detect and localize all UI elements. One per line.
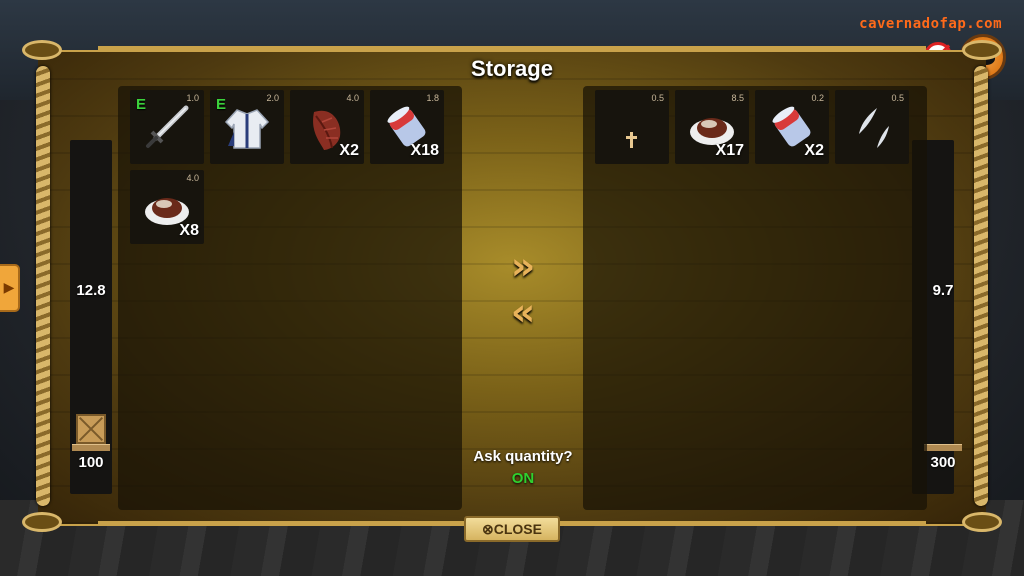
- item-quantity: X2: [804, 142, 824, 159]
- item-quantity: X8: [179, 222, 199, 239]
- ask-quantity-toggle[interactable]: ON: [458, 470, 588, 487]
- storage-slot-cross[interactable]: 0.5: [595, 90, 669, 164]
- inventory-slot-jacket[interactable]: 2.0 E: [210, 90, 284, 164]
- player-weight-max: 100: [78, 454, 104, 471]
- watermark: cavernadofap.com: [859, 16, 1002, 32]
- sword-icon: [146, 105, 189, 148]
- frame-scroll-ornament: [962, 40, 1002, 60]
- storage-inventory: 0.5 8.5 X17 0.2 X2 0.5: [583, 86, 927, 510]
- storage-slot-canned-food[interactable]: 0.2 X2: [755, 90, 829, 164]
- frame-scroll-ornament: [22, 512, 62, 532]
- pallet-icon: [72, 444, 110, 451]
- side-expand-tab[interactable]: ▶: [0, 264, 20, 312]
- player-weight-current: 12.8: [76, 282, 106, 299]
- rope-decoration: [36, 66, 50, 506]
- storage-slot-teeth[interactable]: 0.5: [835, 90, 909, 164]
- pallet-icon: [924, 444, 962, 451]
- inventory-slot-red-feather[interactable]: 4.0 X2: [290, 90, 364, 164]
- close-button[interactable]: ⊗CLOSE: [464, 516, 560, 542]
- storage-window: Storage 12.8 100 9.7 300 1.0 E 2.0 E 4.0…: [22, 40, 1002, 542]
- frame-top-bar: [98, 46, 926, 51]
- cross-icon: [626, 132, 637, 148]
- ask-quantity-label: Ask quantity?: [473, 448, 573, 465]
- item-quantity: X17: [715, 142, 744, 159]
- frame-scroll-ornament: [22, 40, 62, 60]
- player-inventory: 1.0 E 2.0 E 4.0 X2 1.8 X18 4.0 X8: [118, 86, 462, 510]
- window-title: Storage: [471, 56, 553, 81]
- item-quantity: X18: [410, 142, 439, 159]
- inventory-slot-canned-food[interactable]: 1.8 X18: [370, 90, 444, 164]
- transfer-right-button[interactable]: »: [503, 246, 543, 286]
- crate-icon: [76, 414, 106, 444]
- teeth-icon: [859, 108, 889, 148]
- frame-scroll-ornament: [962, 512, 1002, 532]
- jacket-icon: [224, 109, 270, 149]
- item-quantity: X2: [339, 142, 359, 159]
- storage-slot-meat-plate[interactable]: 8.5 X17: [675, 90, 749, 164]
- inventory-slot-sword[interactable]: 1.0 E: [130, 90, 204, 164]
- storage-panel: Storage 12.8 100 9.7 300 1.0 E 2.0 E 4.0…: [38, 50, 986, 526]
- rope-decoration: [974, 66, 988, 506]
- transfer-left-button[interactable]: «: [503, 292, 543, 332]
- inventory-slot-meat-plate[interactable]: 4.0 X8: [130, 170, 204, 244]
